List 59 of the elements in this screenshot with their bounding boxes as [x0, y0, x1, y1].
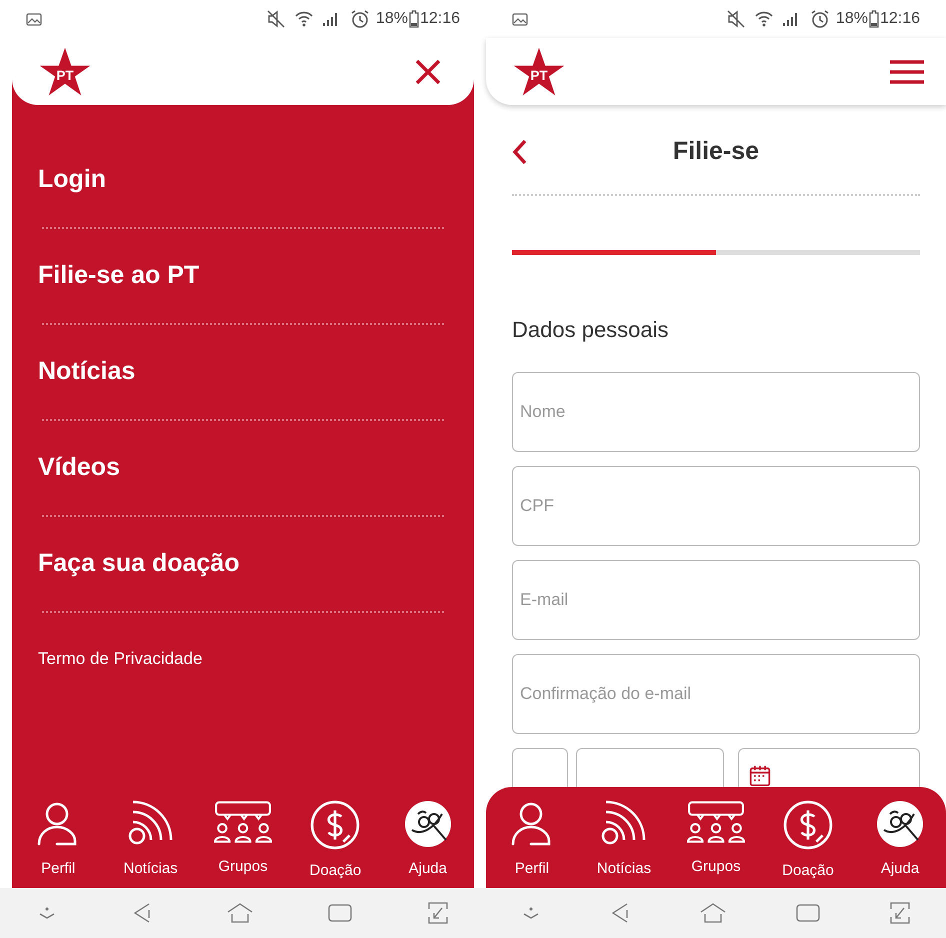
date-field[interactable] [738, 748, 920, 787]
back-chevron-icon[interactable] [512, 139, 528, 165]
page-title: Filie-se [672, 136, 760, 168]
nav-tab[interactable]: Perfil [486, 790, 578, 888]
input-field[interactable]: Nome [512, 372, 920, 452]
battery-percentage: 18% [376, 9, 408, 29]
home-icon[interactable] [226, 902, 254, 924]
expand-icon[interactable] [426, 901, 449, 925]
nav-tab[interactable]: Doação [762, 790, 854, 888]
input-field[interactable]: CPF [512, 466, 920, 546]
cartoon-face-icon [876, 800, 924, 848]
menu-item[interactable]: Vídeos [38, 449, 120, 487]
calendar-icon[interactable] [749, 765, 771, 787]
wifi-icon [294, 9, 314, 29]
menu-item[interactable]: Notícias [38, 353, 136, 391]
nav-tab[interactable]: Doação [289, 790, 382, 888]
group-chat-icon [687, 800, 745, 844]
clock-time: 12:16 [880, 9, 920, 29]
alarm-icon [810, 9, 830, 29]
menu-icon[interactable] [890, 58, 924, 84]
input-field[interactable] [576, 748, 724, 787]
nav-tab[interactable]: Grupos [670, 790, 762, 888]
battery-percentage: 18% [836, 9, 868, 29]
input-field[interactable]: E-mail [512, 560, 920, 640]
back-icon[interactable] [610, 902, 630, 924]
mute-icon [266, 9, 286, 29]
nav-tab[interactable]: Notícias [104, 790, 197, 888]
dollar-icon [783, 800, 833, 850]
home-icon[interactable] [698, 902, 727, 924]
privacy-link[interactable]: Termo de Privacidade [38, 649, 202, 668]
input-field[interactable]: Confirmação do e-mail [512, 654, 920, 734]
nav-tab[interactable]: Ajuda [854, 790, 946, 888]
recent-apps-icon[interactable] [328, 904, 352, 922]
group-chat-icon [214, 800, 272, 844]
nav-tab[interactable]: Notícias [578, 790, 670, 888]
nav-tab[interactable]: Ajuda [382, 790, 474, 888]
clock-time: 12:16 [420, 9, 460, 29]
alarm-icon [350, 9, 370, 29]
battery-icon [868, 10, 879, 28]
wifi-icon [754, 9, 774, 29]
nav-tab[interactable]: Perfil [12, 790, 104, 888]
cartoon-face-icon [404, 800, 452, 848]
back-icon[interactable] [132, 902, 152, 924]
expand-icon[interactable] [889, 901, 912, 925]
section-title: Dados pessoais [512, 316, 670, 344]
close-icon[interactable] [414, 58, 442, 86]
signal-icon [322, 11, 340, 27]
signal-icon [782, 11, 800, 27]
menu-item[interactable]: Filie-se ao PT [38, 257, 200, 295]
mute-icon [726, 9, 746, 29]
nav-tab[interactable]: Grupos [196, 790, 290, 888]
input-field[interactable] [512, 748, 568, 787]
image-icon [512, 12, 528, 26]
recent-apps-icon[interactable] [796, 904, 820, 922]
menu-item[interactable]: Faça sua doação [38, 545, 240, 583]
battery-icon [408, 10, 419, 28]
menu-item[interactable]: Login [38, 161, 106, 199]
image-icon [26, 12, 42, 26]
dollar-icon [310, 800, 360, 850]
